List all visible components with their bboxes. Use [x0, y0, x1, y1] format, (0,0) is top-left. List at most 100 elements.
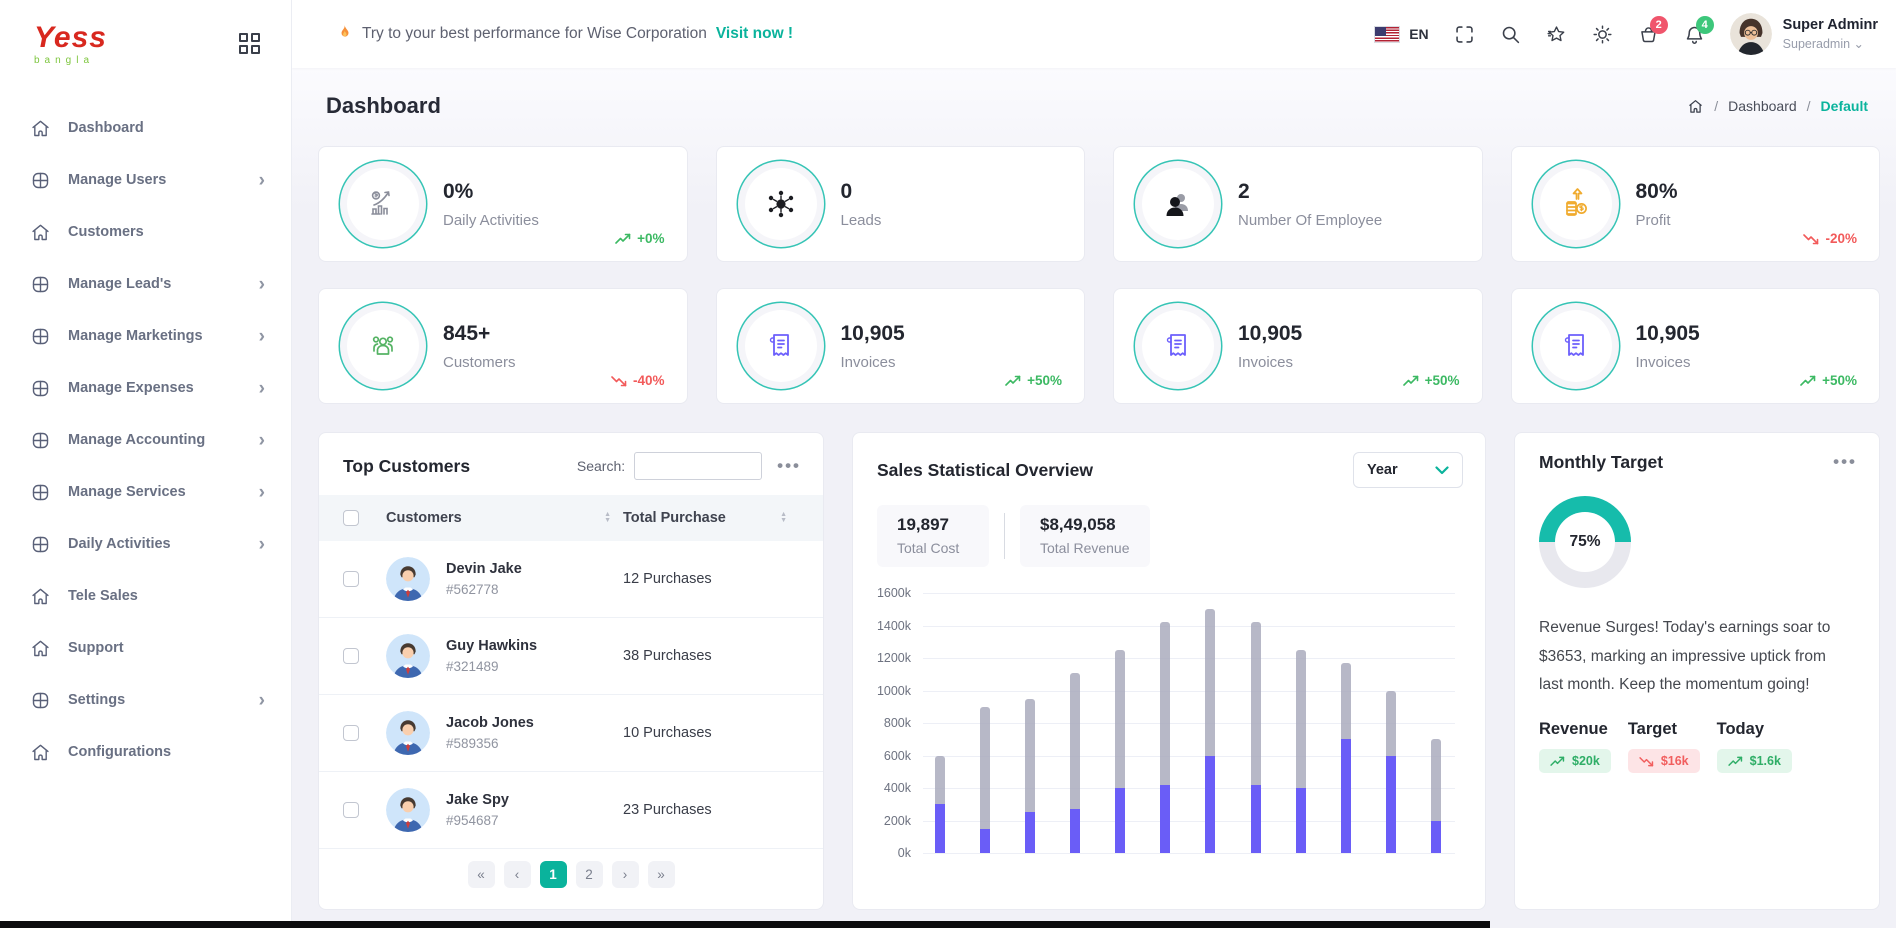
home-icon — [30, 742, 51, 763]
y-axis-tick: 1000k — [877, 684, 911, 698]
panel-menu-dots-icon[interactable]: ••• — [1833, 459, 1857, 466]
sidebar-item-label: Manage Marketings — [68, 328, 203, 344]
fullscreen-icon[interactable] — [1454, 24, 1475, 45]
pagination-first[interactable]: « — [468, 861, 495, 888]
visit-now-link[interactable]: Visit now ! — [716, 25, 793, 43]
column-total-purchase[interactable]: Total Purchase — [623, 510, 726, 526]
chevron-right-icon: › — [259, 327, 265, 346]
customer-avatar — [386, 711, 430, 755]
breadcrumb-parent[interactable]: Dashboard — [1728, 98, 1797, 114]
target-stats: Revenue $20k Target $16k Today — [1515, 720, 1879, 773]
pagination-page-2[interactable]: 2 — [576, 861, 603, 888]
stat-card-leads[interactable]: 0 Leads — [716, 146, 1086, 262]
customers-group-icon — [347, 310, 419, 382]
sidebar-item-daily-activities[interactable]: Daily Activities› — [0, 518, 291, 570]
row-checkbox[interactable] — [343, 571, 359, 587]
stat-card-invoices-1[interactable]: 10,905 Invoices +50% — [716, 288, 1086, 404]
stacked-bar-3[interactable] — [1025, 699, 1035, 853]
apps-grid-icon[interactable] — [239, 33, 261, 55]
sidebar-item-manage-services[interactable]: Manage Services› — [0, 466, 291, 518]
sidebar-item-manage-marketings[interactable]: Manage Marketings › — [0, 310, 291, 362]
sort-icon[interactable]: ▲▼ — [604, 512, 611, 524]
sidebar-item-support[interactable]: Support — [0, 622, 291, 674]
total-cost-label: Total Cost — [897, 540, 969, 556]
top-customers-title: Top Customers — [343, 456, 470, 477]
customers-search-input[interactable] — [634, 452, 762, 480]
user-menu[interactable]: Super Adminr Superadmin ⌄ — [1730, 13, 1878, 55]
stat-value: 10,905 — [841, 322, 905, 346]
language-switcher[interactable]: EN — [1374, 26, 1428, 43]
stat-label: Invoices — [1238, 354, 1302, 371]
period-select[interactable]: Year — [1353, 452, 1463, 488]
select-all-checkbox[interactable] — [343, 510, 359, 526]
customer-avatar — [386, 557, 430, 601]
pagination-prev[interactable]: ‹ — [504, 861, 531, 888]
stacked-bar-1[interactable] — [935, 756, 945, 854]
stat-card-profit[interactable]: 80% Profit -20% — [1511, 146, 1881, 262]
sidebar-item-manage-users[interactable]: Manage Users› — [0, 154, 291, 206]
row-checkbox[interactable] — [343, 725, 359, 741]
pagination-page-1[interactable]: 1 — [540, 861, 567, 888]
invoice-icon — [1540, 310, 1612, 382]
panel-menu-dots-icon[interactable]: ••• — [777, 463, 801, 470]
stacked-bar-12[interactable] — [1431, 739, 1441, 853]
home-icon[interactable] — [1687, 98, 1704, 115]
chevron-right-icon: › — [259, 379, 265, 398]
stat-card-employees[interactable]: 2 Number Of Employee — [1113, 146, 1483, 262]
sidebar-item-manage-expenses[interactable]: Manage Expenses› — [0, 362, 291, 414]
notifications-badge: 4 — [1696, 16, 1714, 34]
table-row[interactable]: Jacob Jones #589356 10 Purchases — [319, 695, 823, 772]
stat-label: Number Of Employee — [1238, 212, 1382, 229]
pagination-next[interactable]: › — [612, 861, 639, 888]
customer-name: Devin Jake — [446, 561, 623, 577]
stat-card-invoices-2[interactable]: 10,905 Invoices +50% — [1113, 288, 1483, 404]
notifications-bell-icon[interactable]: 4 — [1684, 24, 1705, 45]
search-label: Search: — [577, 458, 625, 474]
stat-card-invoices-3[interactable]: 10,905 Invoices +50% — [1511, 288, 1881, 404]
user-name: Super Adminr — [1783, 17, 1878, 33]
stacked-bar-2[interactable] — [980, 707, 990, 853]
sidebar-item-manage-accounting[interactable]: Manage Accounting› — [0, 414, 291, 466]
y-axis-tick: 1200k — [877, 651, 911, 665]
sidebar-item-configurations[interactable]: Configurations — [0, 726, 291, 778]
favorites-star-icon[interactable] — [1546, 24, 1567, 45]
sidebar-item-label: Manage Users — [68, 172, 166, 188]
table-row[interactable]: Devin Jake #562778 12 Purchases — [319, 541, 823, 618]
trend-up-icon — [1550, 756, 1565, 767]
table-row[interactable]: Jake Spy #954687 23 Purchases — [319, 772, 823, 849]
monthly-target-title: Monthly Target — [1539, 452, 1663, 473]
brand-logo[interactable]: Yess bangla — [34, 23, 107, 66]
table-row[interactable]: Guy Hawkins #321489 38 Purchases — [319, 618, 823, 695]
sidebar-item-settings[interactable]: Settings› — [0, 674, 291, 726]
stat-value: 80% — [1636, 180, 1678, 204]
stacked-bar-6[interactable] — [1160, 622, 1170, 853]
sidebar-item-customers[interactable]: Customers — [0, 206, 291, 258]
widget-icon — [30, 326, 51, 347]
stacked-bar-11[interactable] — [1386, 691, 1396, 854]
stacked-bar-7[interactable] — [1205, 609, 1215, 853]
fire-icon — [336, 24, 353, 44]
stat-value: 10,905 — [1238, 322, 1302, 346]
language-label: EN — [1409, 26, 1428, 42]
row-checkbox[interactable] — [343, 802, 359, 818]
row-checkbox[interactable] — [343, 648, 359, 664]
stacked-bar-4[interactable] — [1070, 673, 1080, 853]
sidebar-item-manage-lead-s[interactable]: Manage Lead's› — [0, 258, 291, 310]
money-chart-icon — [347, 168, 419, 240]
brand-subtitle: bangla — [34, 55, 107, 66]
stacked-bar-9[interactable] — [1296, 650, 1306, 853]
column-customers[interactable]: Customers — [386, 510, 462, 526]
stat-label: Leads — [841, 212, 882, 229]
stat-card-customers[interactable]: 845+ Customers -40% — [318, 288, 688, 404]
sort-icon[interactable]: ▲▼ — [780, 512, 787, 524]
stacked-bar-5[interactable] — [1115, 650, 1125, 853]
sidebar-item-dashboard[interactable]: Dashboard — [0, 102, 291, 154]
stacked-bar-10[interactable] — [1341, 663, 1351, 853]
search-icon[interactable] — [1500, 24, 1521, 45]
pagination-last[interactable]: » — [648, 861, 675, 888]
sidebar-item-tele-sales[interactable]: Tele Sales — [0, 570, 291, 622]
light-mode-icon[interactable] — [1592, 24, 1613, 45]
stat-card-daily-activities[interactable]: 0% Daily Activities +0% — [318, 146, 688, 262]
cart-icon[interactable]: 2 — [1638, 24, 1659, 45]
stacked-bar-8[interactable] — [1251, 622, 1261, 853]
